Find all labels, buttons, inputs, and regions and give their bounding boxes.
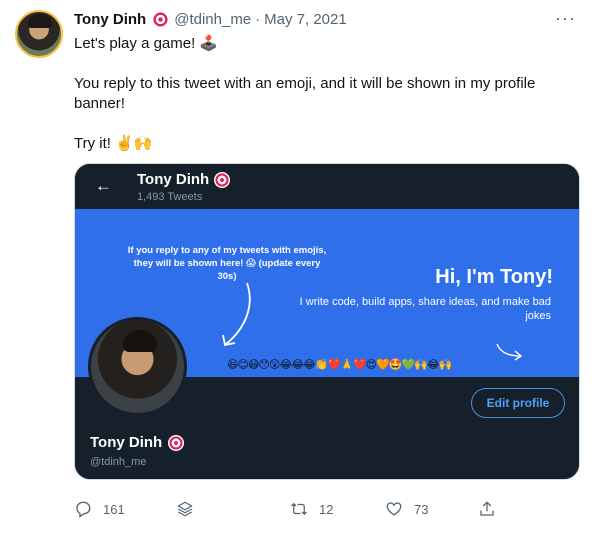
- curved-arrow-icon: [222, 282, 251, 347]
- reply-button[interactable]: 161: [74, 500, 125, 518]
- tweet: Tony Dinh @tdinh_me · May 7, 2021 ··· Le…: [0, 0, 598, 539]
- profile-header-bar: ← Tony Dinh 1,493 Tweets: [75, 164, 579, 209]
- reply-icon: [76, 501, 91, 518]
- tweet-text: Let's play a game! 🕹️ You reply to this …: [74, 34, 574, 154]
- author-avatar[interactable]: [15, 10, 63, 58]
- reply-count: 161: [103, 501, 125, 517]
- profile-title: Tony Dinh: [137, 171, 235, 188]
- share-icon: [480, 501, 494, 516]
- tweet-date[interactable]: May 7, 2021: [264, 11, 347, 28]
- profile-title-name: Tony Dinh: [137, 171, 210, 188]
- tweet-header: Tony Dinh @tdinh_me · May 7, 2021: [74, 9, 347, 29]
- like-button[interactable]: 73: [385, 500, 428, 518]
- stack-button[interactable]: [176, 500, 205, 518]
- separator: ·: [255, 10, 261, 28]
- tweet-line: Let's play a game! 🕹️: [74, 35, 219, 52]
- banner-headline: Hi, I'm Tony!: [435, 266, 553, 288]
- target-icon: [168, 434, 185, 451]
- small-arrow-icon: [496, 343, 523, 361]
- back-arrow-icon: ←: [95, 176, 112, 195]
- profile-name-text: Tony Dinh: [90, 434, 163, 451]
- retweet-count: 12: [319, 501, 334, 517]
- author-handle[interactable]: @tdinh_me: [174, 11, 251, 28]
- tweet-count: 1,493 Tweets: [137, 191, 203, 203]
- stack-icon: [177, 501, 193, 517]
- tweet-image[interactable]: ← Tony Dinh 1,493 Tweets If you reply to…: [74, 163, 580, 480]
- profile-avatar: [88, 317, 187, 416]
- like-count: 73: [414, 501, 429, 517]
- retweet-button[interactable]: 12: [290, 500, 333, 518]
- profile-handle: @tdinh_me: [90, 456, 147, 468]
- target-icon: [152, 10, 170, 28]
- retweet-icon: [291, 502, 307, 516]
- tweet-line: Try it! ✌️🙌: [74, 135, 153, 152]
- edit-profile-button: Edit profile: [471, 388, 565, 418]
- tweet-line: You reply to this tweet with an emoji, a…: [74, 75, 536, 112]
- heart-icon: [386, 502, 402, 516]
- share-button[interactable]: [478, 500, 507, 518]
- profile-display-name: Tony Dinh: [90, 434, 189, 451]
- more-options-icon[interactable]: ···: [555, 8, 576, 29]
- banner-left-text: If you reply to any of my tweets with em…: [127, 245, 327, 282]
- author-name[interactable]: Tony Dinh: [74, 11, 146, 28]
- target-icon: [214, 171, 231, 188]
- banner-tagline: I write code, build apps, share ideas, a…: [299, 296, 551, 322]
- emoji-row: 😆😊😷😯😲😂😂😂👏❤️🙏❤️😍🧡🤩💚🙌😂🙌: [227, 359, 452, 371]
- tweet-actions: 161 12 73: [74, 500, 514, 522]
